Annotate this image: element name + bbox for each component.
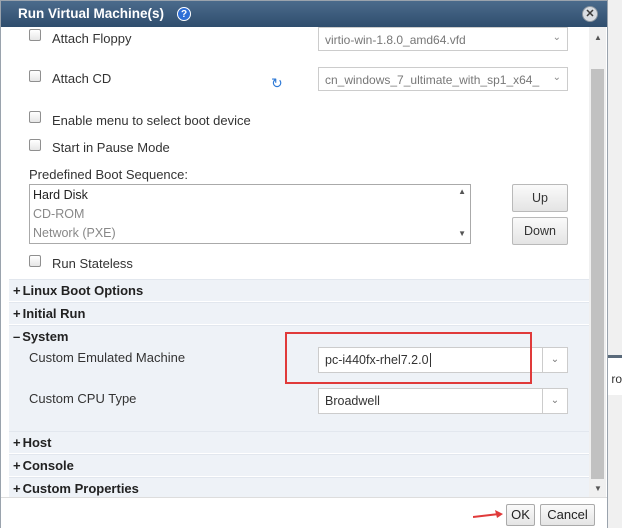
section-host[interactable]: + Host [9,431,589,453]
run-stateless-checkbox[interactable] [29,255,41,267]
start-paused-checkbox[interactable] [29,139,41,151]
section-custom-properties[interactable]: + Custom Properties [9,477,589,497]
dialog-content: Attach Floppy virtio-win-1.8.0_amd64.vfd… [9,27,589,497]
section-label: Custom Properties [22,481,139,496]
emulated-machine-label: Custom Emulated Machine [29,350,186,365]
scrollbar-thumb[interactable] [591,69,604,479]
expand-icon: + [13,306,21,321]
attach-cd-label: Attach CD [52,71,112,86]
background-window-text: ro [611,372,622,386]
expand-icon: + [13,458,21,473]
close-icon[interactable]: ✕ [582,6,598,22]
section-label: Linux Boot Options [22,283,144,298]
chevron-down-icon: ⌄ [552,32,561,43]
list-item[interactable]: CD-ROM [33,207,84,221]
ok-button[interactable]: OK [506,504,535,526]
boot-sequence-label: Predefined Boot Sequence: [29,167,189,182]
cpu-type-input[interactable]: Broadwell [318,388,543,414]
emulated-machine-dropdown-button[interactable]: ⌄ [542,347,568,373]
dialog-scrollbar[interactable]: ▲ ▼ [589,27,606,497]
section-linux-boot-options[interactable]: + Linux Boot Options [9,279,589,301]
red-arrow-icon [473,510,503,518]
help-icon[interactable]: ? [177,7,191,21]
list-item[interactable]: Network (PXE) [33,226,116,240]
list-item[interactable]: Hard Disk [33,188,88,202]
floppy-select-value: virtio-win-1.8.0_amd64.vfd [325,33,466,47]
section-label: System [22,329,69,344]
floppy-select[interactable]: virtio-win-1.8.0_amd64.vfd ⌄ [318,27,568,51]
scroll-down-arrow-icon[interactable]: ▼ [458,229,466,238]
enable-boot-menu-label: Enable menu to select boot device [52,113,251,128]
boot-up-button[interactable]: Up [512,184,568,212]
expand-icon: + [13,283,21,298]
scroll-down-arrow-icon[interactable]: ▼ [594,484,602,493]
expand-icon: + [13,481,21,496]
cancel-button[interactable]: Cancel [540,504,595,526]
scroll-up-arrow-icon[interactable]: ▲ [458,187,466,196]
cpu-type-value: Broadwell [325,394,380,408]
attach-cd-checkbox[interactable] [29,70,41,82]
section-initial-run[interactable]: + Initial Run [9,302,589,324]
attach-floppy-label: Attach Floppy [52,31,132,46]
attach-floppy-checkbox[interactable] [29,29,41,41]
cpu-type-dropdown-button[interactable]: ⌄ [542,388,568,414]
list-scrollbar[interactable]: ▲ ▼ [454,185,470,243]
scroll-up-arrow-icon[interactable]: ▲ [594,33,602,42]
enable-boot-menu-checkbox[interactable] [29,111,41,123]
section-label: Host [22,435,52,450]
section-label: Console [22,458,74,473]
collapse-icon: – [13,329,21,344]
cd-select[interactable]: cn_windows_7_ultimate_with_sp1_x64_ ⌄ [318,67,568,91]
boot-sequence-list[interactable]: Hard Disk CD-ROM Network (PXE) ▲ ▼ [29,184,471,244]
expand-icon: + [13,435,21,450]
section-label: Initial Run [22,306,86,321]
cpu-type-label: Custom CPU Type [29,391,137,406]
chevron-down-icon: ⌄ [552,72,561,83]
dialog-titlebar: Run Virtual Machine(s) ? ✕ [1,1,607,27]
dialog-title: Run Virtual Machine(s) [18,6,165,21]
cd-select-value: cn_windows_7_ultimate_with_sp1_x64_ [325,73,540,87]
run-stateless-label: Run Stateless [52,256,133,271]
boot-down-button[interactable]: Down [512,217,568,245]
highlight-box [285,332,532,384]
run-vm-dialog: Run Virtual Machine(s) ? ✕ Attach Floppy… [0,0,608,528]
section-console[interactable]: + Console [9,454,589,476]
start-paused-label: Start in Pause Mode [52,140,170,155]
refresh-icon[interactable]: ↻ [271,75,283,92]
